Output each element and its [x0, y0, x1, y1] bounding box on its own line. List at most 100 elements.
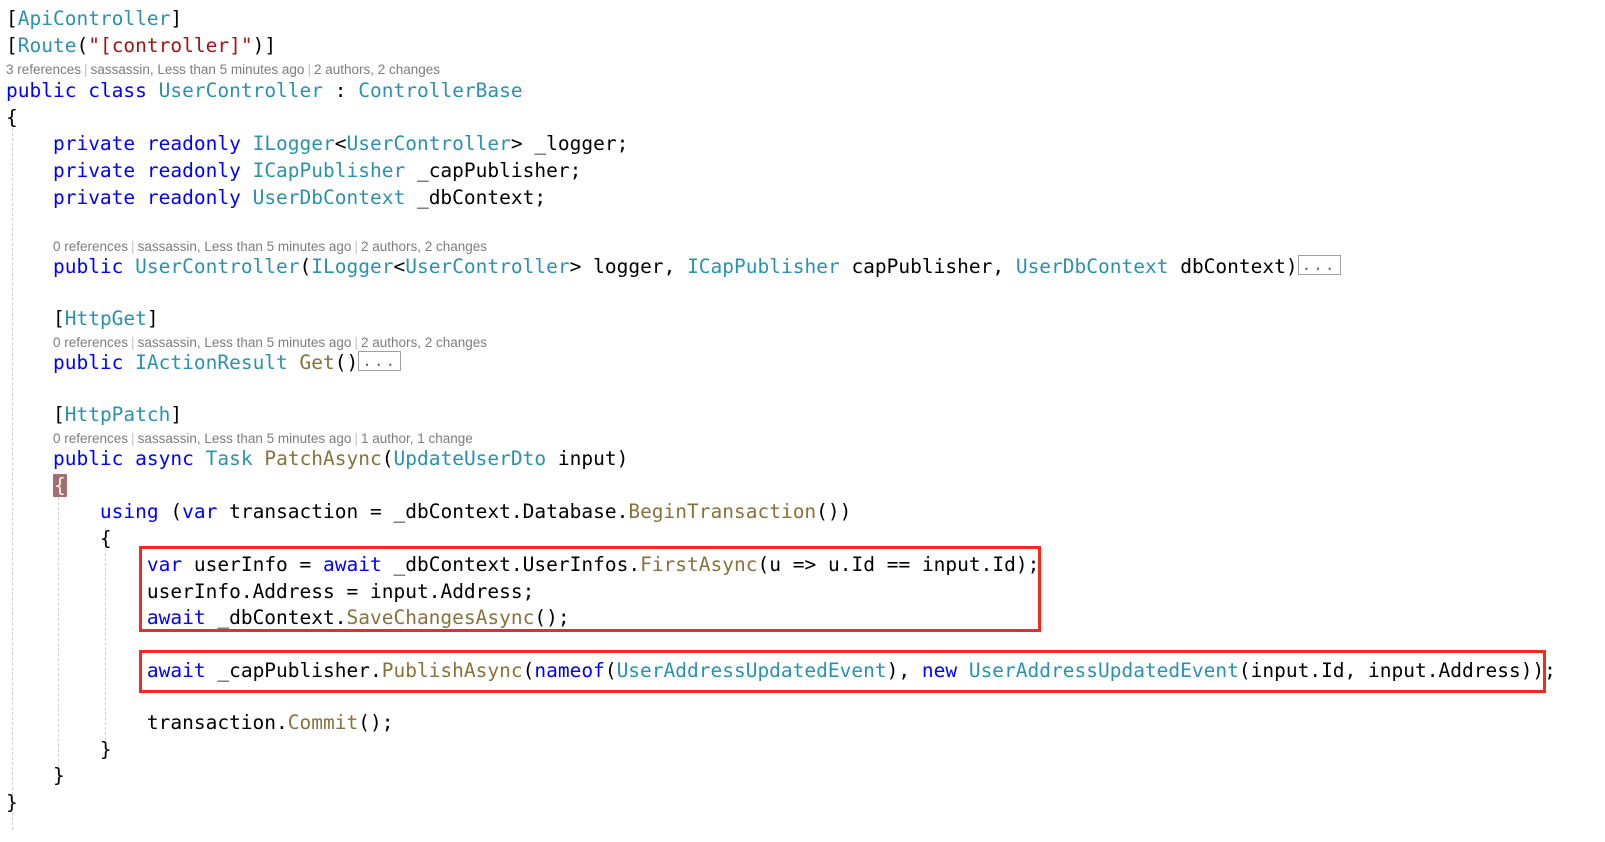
codelens-constructor[interactable]: 0 references | sassassin, Less than 5 minu…	[53, 238, 487, 255]
codelens-changes[interactable]: 1 author, 1 change	[361, 431, 473, 446]
variable-userinfo: userInfo	[146, 580, 241, 603]
paren-open: (	[299, 255, 312, 278]
paren-close: )	[252, 34, 265, 57]
keyword-public: public	[6, 79, 77, 102]
codelens-author[interactable]: sassassin, Less than 5 minutes ago	[138, 431, 352, 446]
bracket-open: [	[52, 307, 65, 330]
code-line-method-close-brace[interactable]: }	[6, 763, 65, 789]
param-type-userdbcontext: UserDbContext	[1015, 255, 1169, 278]
semicolon: ;	[569, 159, 582, 182]
keyword-class: class	[88, 79, 147, 102]
closing-parens: ();	[534, 606, 570, 629]
code-line-route-attribute[interactable]: [Route("[controller]")]	[6, 33, 276, 59]
attribute-api-controller: ApiController	[17, 7, 171, 30]
code-line-transaction-commit[interactable]: transaction.Commit();	[6, 710, 394, 736]
dot: .	[334, 606, 347, 629]
lambda-obj-u: u	[827, 553, 840, 576]
bracket-open: [	[6, 7, 18, 30]
paren-open: (	[381, 447, 394, 470]
quote-open: "	[88, 34, 100, 57]
code-line-assign-address[interactable]: userInfo.Address = input.Address;	[6, 579, 535, 605]
collapsed-block-indicator[interactable]: ...	[358, 351, 402, 371]
keyword-private: private	[52, 132, 136, 155]
keyword-public: public	[52, 255, 124, 278]
codelens-separator: |	[354, 335, 358, 350]
paren-open: (	[757, 553, 770, 576]
dbset-userinfos: UserInfos	[522, 553, 629, 576]
code-line-get-method-signature[interactable]: public IActionResult Get()...	[6, 350, 402, 376]
closing-parens: );	[1015, 553, 1040, 576]
codelens-separator: |	[354, 431, 358, 446]
code-line-class-close-brace[interactable]: }	[6, 790, 18, 816]
code-line-class-declaration[interactable]: public class UserController : Controller…	[6, 78, 523, 104]
codelens-references[interactable]: 3 references	[6, 62, 81, 77]
paren-close: )	[616, 447, 629, 470]
method-call-savechangesasync: SaveChangesAsync	[346, 606, 535, 629]
codelens-author[interactable]: sassassin, Less than 5 minutes ago	[138, 239, 352, 254]
codelens-patch-method[interactable]: 0 references | sassassin, Less than 5 minu…	[53, 430, 473, 447]
code-line-field-dbcontext[interactable]: private readonly UserDbContext _dbContex…	[6, 185, 546, 211]
codelens-class-usercontroller[interactable]: 3 references | sassassin, Less than 5 minu…	[6, 61, 440, 78]
dot: .	[1426, 659, 1439, 682]
method-call-firstasync: FirstAsync	[640, 553, 758, 576]
code-line-using-transaction[interactable]: using (var transaction = _dbContext.Data…	[6, 499, 851, 525]
codelens-references[interactable]: 0 references	[53, 431, 128, 446]
code-line-patch-open-brace[interactable]: {	[6, 473, 67, 499]
codelens-separator: |	[131, 239, 135, 254]
param-ref-input: input	[921, 553, 981, 576]
codelens-get-method[interactable]: 0 references | sassassin, Less than 5 minu…	[53, 334, 487, 351]
dot: .	[510, 500, 523, 523]
code-line-class-open-brace[interactable]: {	[6, 105, 18, 131]
codelens-author[interactable]: sassassin, Less than 5 minutes ago	[138, 335, 352, 350]
property-address: Address	[252, 580, 335, 603]
param-name-logger: logger	[593, 255, 664, 278]
comma: ,	[1344, 659, 1357, 682]
lambda-arrow: =>	[792, 553, 817, 576]
brace-close: }	[99, 738, 112, 761]
attribute-httpget: HttpGet	[64, 307, 147, 330]
closing-parens: ())	[816, 500, 852, 523]
code-line-using-close-brace[interactable]: }	[6, 737, 112, 763]
code-editor-surface[interactable]: [ApiController] [Route("[controller]")] …	[0, 0, 1605, 842]
param-name-dbcontext: dbContext	[1180, 255, 1286, 278]
attribute-httppatch: HttpPatch	[64, 403, 171, 426]
keyword-var: var	[182, 500, 218, 523]
codelens-references[interactable]: 0 references	[53, 239, 128, 254]
param-type-icappublisher: ICapPublisher	[687, 255, 840, 278]
semicolon: ;	[534, 186, 547, 209]
paren-open: (	[604, 659, 617, 682]
brace-open: {	[99, 527, 112, 550]
keyword-readonly: readonly	[146, 132, 241, 155]
code-line-query-userinfo[interactable]: var userInfo = await _dbContext.UserInfo…	[6, 552, 1039, 578]
code-line-using-open-brace[interactable]: {	[6, 526, 112, 552]
code-line-constructor-signature[interactable]: public UserController(ILogger<UserContro…	[6, 254, 1341, 280]
code-line-field-cappublisher[interactable]: private readonly ICapPublisher _capPubli…	[6, 158, 581, 184]
property-id: Id	[992, 553, 1016, 576]
brace-close: }	[6, 791, 18, 814]
property-address: Address	[1438, 659, 1521, 682]
keyword-await: await	[146, 606, 206, 629]
variable-transaction: transaction	[146, 711, 277, 734]
code-line-api-controller-attribute[interactable]: [ApiController]	[6, 6, 182, 32]
field-ref-cappublisher: _capPublisher	[217, 659, 370, 682]
keyword-readonly: readonly	[146, 186, 241, 209]
codelens-changes[interactable]: 2 authors, 2 changes	[361, 335, 487, 350]
codelens-changes[interactable]: 2 authors, 2 changes	[361, 239, 487, 254]
codelens-separator: |	[354, 239, 358, 254]
equality-operator: ==	[886, 553, 911, 576]
method-name-patchasync: PatchAsync	[264, 447, 382, 470]
param-type-ilogger: ILogger	[311, 255, 394, 278]
codelens-changes[interactable]: 2 authors, 2 changes	[314, 62, 440, 77]
code-line-httpget-attribute[interactable]: [HttpGet]	[6, 306, 159, 332]
property-id: Id	[851, 553, 875, 576]
code-line-save-changes[interactable]: await _dbContext.SaveChangesAsync();	[6, 605, 570, 631]
codelens-references[interactable]: 0 references	[53, 335, 128, 350]
collapsed-block-indicator[interactable]: ...	[1297, 255, 1341, 275]
code-line-publish-event[interactable]: await _capPublisher.PublishAsync(nameof(…	[6, 658, 1556, 684]
code-line-httppatch-attribute[interactable]: [HttpPatch]	[6, 402, 182, 428]
keyword-public: public	[52, 447, 124, 470]
code-line-patch-method-signature[interactable]: public async Task PatchAsync(UpdateUserD…	[6, 446, 628, 472]
code-line-field-logger[interactable]: private readonly ILogger<UserController>…	[6, 131, 628, 157]
codelens-author[interactable]: sassassin, Less than 5 minutes ago	[91, 62, 305, 77]
dot: .	[276, 711, 288, 734]
